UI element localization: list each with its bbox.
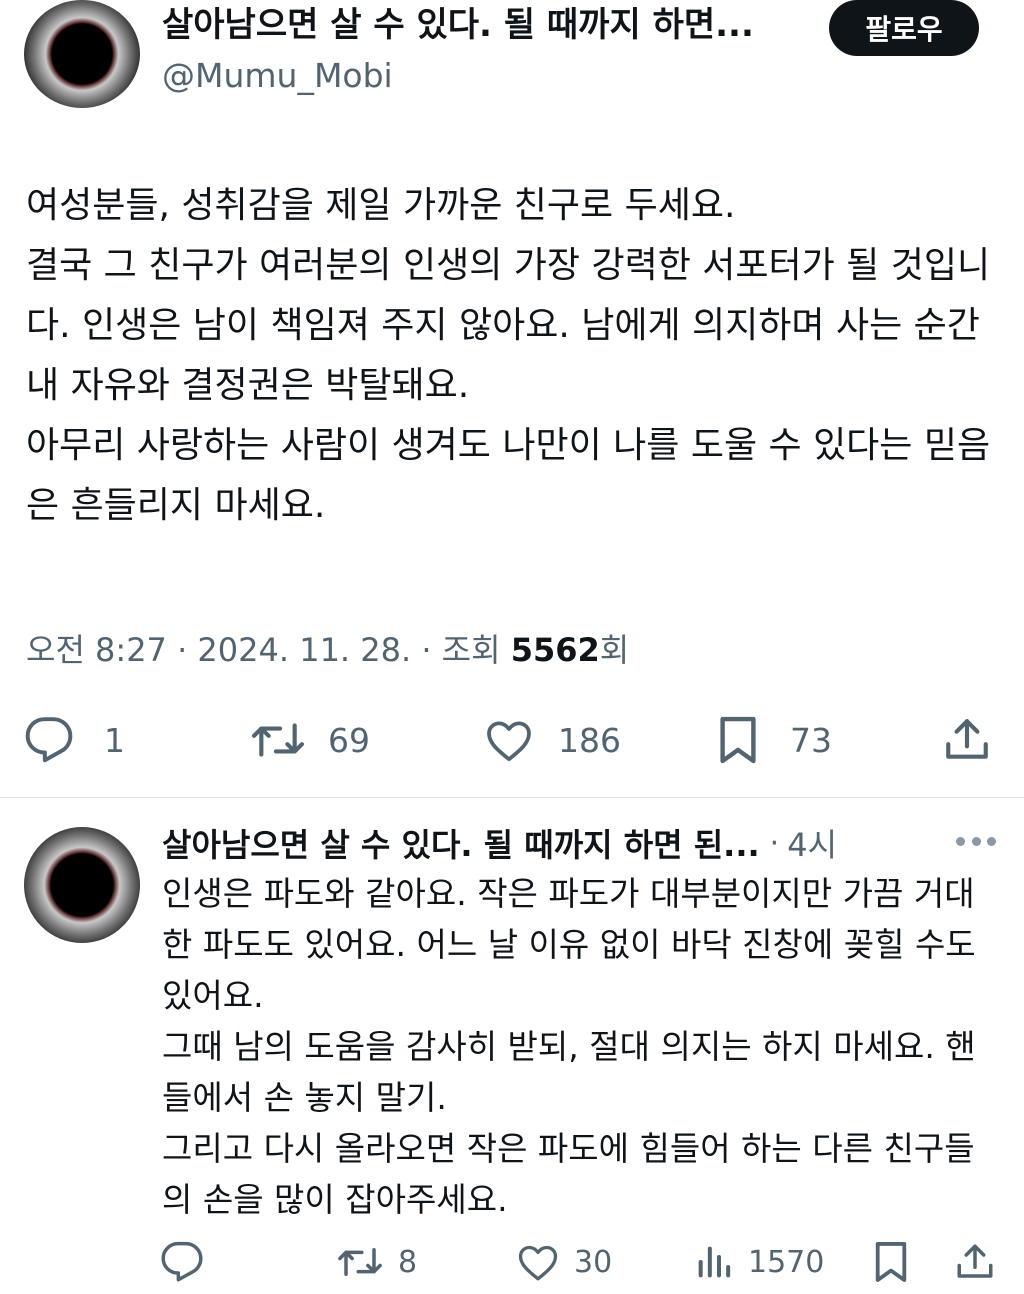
reply-retweet-button[interactable]: 8: [336, 1236, 417, 1288]
tweet-text-line: 아무리 사랑하는 사람이 생겨도 나만이 나를 도울 수 있다는 믿음은 흔들리…: [26, 425, 991, 526]
follow-button[interactable]: 팔로우: [829, 0, 979, 56]
reply-button[interactable]: 1: [24, 710, 125, 770]
main-tweet: 살아남으면 살 수 있다. 될 때까지 하면... @Mumu_Mobi 팔로우…: [0, 0, 1024, 797]
author-avatar[interactable]: [24, 0, 140, 108]
bookmark-button[interactable]: 73: [716, 710, 832, 770]
like-count: 186: [558, 720, 621, 760]
reply-text: 인생은 파도와 같아요. 작은 파도가 대부분이지만 가끔 거대한 파도도 있어…: [162, 868, 1002, 1225]
share-button[interactable]: [942, 710, 992, 770]
like-button[interactable]: 186: [484, 710, 621, 770]
reply-icon: [24, 715, 74, 765]
reply-reply-button[interactable]: [160, 1236, 204, 1288]
like-icon: [484, 716, 534, 764]
reply-like-button[interactable]: 30: [516, 1236, 612, 1288]
view-count-suffix: 회: [599, 631, 630, 669]
share-icon: [954, 1240, 996, 1284]
reply-timestamp[interactable]: 4시: [787, 820, 837, 866]
reply-like-count: 30: [574, 1244, 613, 1280]
reply-tweet: 살아남으면 살 수 있다. 될 때까지 하면 된... · 4시 인생은 파도와…: [0, 798, 1024, 1294]
reply-icon: [160, 1240, 204, 1284]
tweet-text: 여성분들, 성취감을 제일 가까운 친구로 두세요. 결국 그 친구가 여러분의…: [26, 176, 1011, 536]
reply-header: 살아남으면 살 수 있다. 될 때까지 하면 된... · 4시: [162, 818, 837, 868]
reply-view-count: 1570: [748, 1244, 825, 1280]
more-icon[interactable]: [956, 834, 996, 848]
retweet-button[interactable]: 69: [250, 710, 370, 770]
reply-text-line: 그리고 다시 올라오면 작은 파도에 힘들어 하는 다른 친구들의 손을 많이 …: [162, 1129, 975, 1219]
reply-bookmark-button[interactable]: [872, 1236, 910, 1288]
reply-count: 1: [104, 720, 125, 760]
bookmark-icon: [872, 1239, 910, 1285]
bookmark-icon: [716, 713, 760, 767]
tweet-actions: 1 69 186 73: [0, 710, 1024, 770]
share-icon: [942, 715, 992, 765]
tweet-text-line: 여성분들, 성취감을 제일 가까운 친구로 두세요.: [26, 185, 736, 226]
reply-text-line: 인생은 파도와 같아요. 작은 파도가 대부분이지만 가끔 거대한 파도도 있어…: [162, 874, 976, 1015]
view-count: 5562: [510, 631, 600, 669]
tweet-timestamp[interactable]: 오전 8:27 · 2024. 11. 28. · 조회: [26, 631, 511, 669]
tweet-meta: 오전 8:27 · 2024. 11. 28. · 조회 5562회: [26, 628, 629, 672]
like-icon: [516, 1241, 560, 1283]
reply-retweet-count: 8: [398, 1244, 418, 1280]
reply-views-button[interactable]: 1570: [694, 1236, 824, 1288]
author-handle[interactable]: @Mumu_Mobi: [162, 54, 393, 98]
reply-share-button[interactable]: [954, 1236, 996, 1288]
retweet-icon: [336, 1241, 384, 1283]
tweet-text-line: 결국 그 친구가 여러분의 인생의 가장 강력한 서포터가 될 것입니다. 인생…: [26, 245, 991, 406]
reply-author-name[interactable]: 살아남으면 살 수 있다. 될 때까지 하면 된...: [162, 820, 760, 866]
views-icon: [694, 1241, 734, 1283]
retweet-count: 69: [328, 720, 370, 760]
reply-text-line: 그때 남의 도움을 감사히 받되, 절대 의지는 하지 마세요. 핸들에서 손 …: [162, 1027, 976, 1117]
author-name[interactable]: 살아남으면 살 수 있다. 될 때까지 하면...: [162, 2, 792, 48]
retweet-icon: [250, 715, 306, 765]
reply-separator: ·: [769, 825, 780, 861]
bookmark-count: 73: [790, 720, 832, 760]
reply-actions: 8 30 1570: [0, 1236, 1024, 1288]
